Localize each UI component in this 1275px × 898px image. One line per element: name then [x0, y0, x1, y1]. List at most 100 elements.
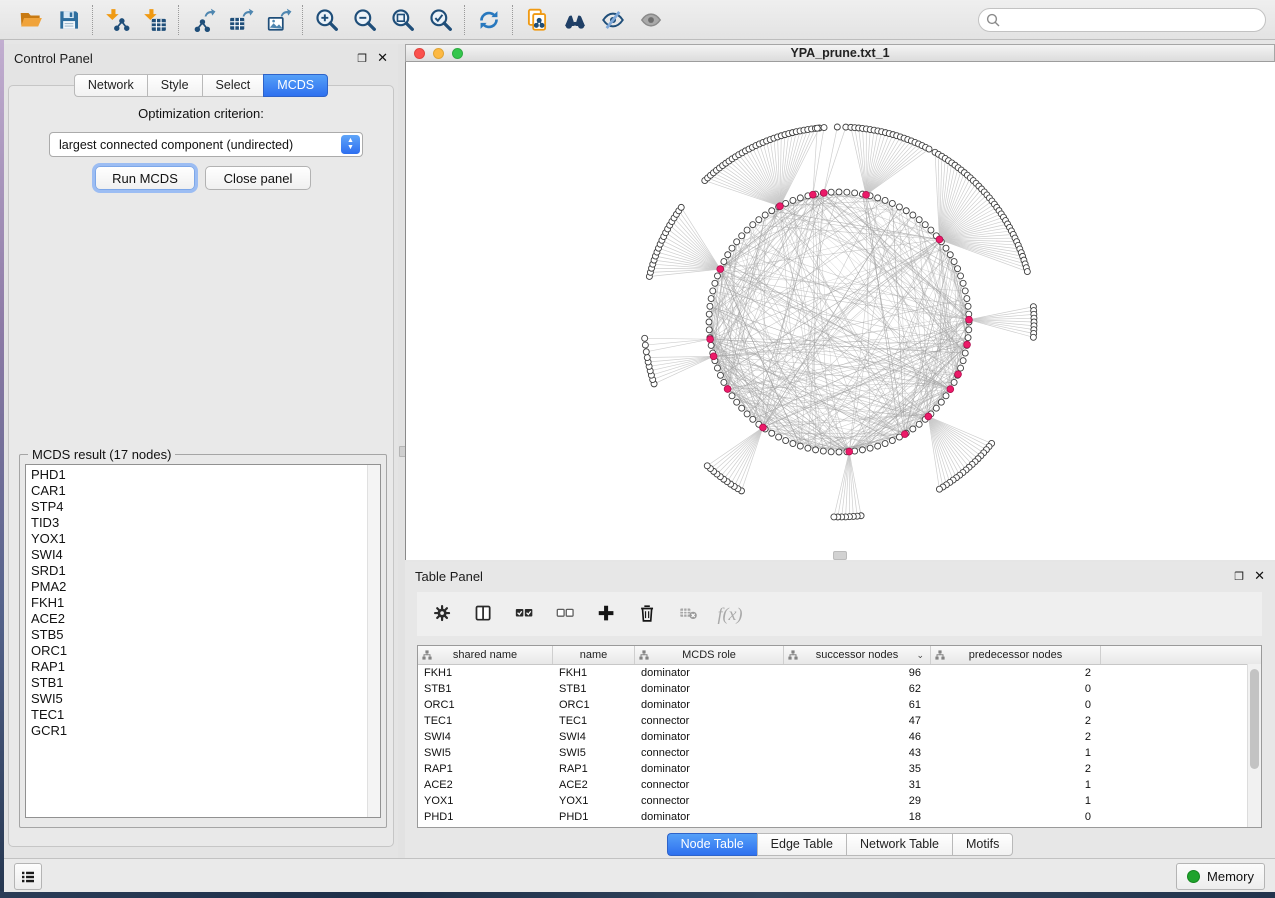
result-list-item[interactable]: STP4: [31, 499, 380, 515]
deselect-all-checks-icon[interactable]: [554, 602, 578, 626]
column-header-shared-name[interactable]: shared name: [418, 646, 553, 664]
result-list-item[interactable]: SWI4: [31, 547, 380, 563]
close-panel-button[interactable]: Close panel: [205, 166, 311, 190]
toolbar-group: [304, 6, 464, 34]
tab-style[interactable]: Style: [147, 74, 202, 97]
result-list-item[interactable]: ACE2: [31, 611, 380, 627]
result-list-item[interactable]: PMA2: [31, 579, 380, 595]
table-cell: STB1: [553, 683, 635, 695]
table-row[interactable]: FKH1FKH1dominator962: [418, 665, 1261, 681]
result-list-item[interactable]: SRD1: [31, 563, 380, 579]
refresh-icon[interactable]: [475, 6, 503, 34]
tab-select[interactable]: Select: [202, 74, 264, 97]
column-header-predecessor-nodes[interactable]: predecessor nodes: [931, 646, 1101, 664]
table-row[interactable]: ACE2ACE2connector311: [418, 777, 1261, 793]
result-list-item[interactable]: ORC1: [31, 643, 380, 659]
horizontal-splitter-handle[interactable]: [833, 551, 847, 560]
import-table-icon[interactable]: [141, 6, 169, 34]
run-mcds-button[interactable]: Run MCDS: [95, 166, 195, 190]
result-list-item[interactable]: FKH1: [31, 595, 380, 611]
search-input[interactable]: [978, 8, 1266, 32]
table-row[interactable]: SWI4SWI4dominator462: [418, 729, 1261, 745]
network-graph[interactable]: [406, 62, 1274, 560]
result-list-scrollbar[interactable]: [367, 465, 380, 817]
graph-ring-nodes: [706, 189, 972, 455]
hide-visibility-icon[interactable]: [599, 6, 627, 34]
column-header-MCDS-role[interactable]: MCDS role: [635, 646, 784, 664]
result-list-item[interactable]: STB5: [31, 627, 380, 643]
add-column-icon[interactable]: [595, 602, 619, 626]
table-cell: 62: [784, 683, 931, 695]
table-cell: RAP1: [553, 763, 635, 775]
table-cell: 0: [931, 699, 1101, 711]
table-row[interactable]: YOX1YOX1connector291: [418, 793, 1261, 809]
table-row[interactable]: RAP1RAP1dominator352: [418, 761, 1261, 777]
table-row[interactable]: STB1STB1dominator620: [418, 681, 1261, 697]
table-row[interactable]: SWI5SWI5connector431: [418, 745, 1261, 761]
result-list-item[interactable]: YOX1: [31, 531, 380, 547]
table-cell: ACE2: [553, 779, 635, 791]
result-list-item[interactable]: TEC1: [31, 707, 380, 723]
optimization-criterion-dropdown[interactable]: largest connected component (undirected)…: [49, 132, 363, 157]
tab-mcds[interactable]: MCDS: [263, 74, 328, 97]
table-row[interactable]: ORC1ORC1dominator610: [418, 697, 1261, 713]
task-history-button[interactable]: [14, 863, 42, 890]
tab-network[interactable]: Network: [74, 74, 147, 97]
result-list-item[interactable]: SWI5: [31, 691, 380, 707]
table-cell: 2: [931, 763, 1101, 775]
network-canvas[interactable]: [405, 62, 1275, 560]
control-panel-tabs: NetworkStyleSelectMCDS: [4, 74, 398, 97]
mcds-result-list[interactable]: PHD1CAR1STP4TID3YOX1SWI4SRD1PMA2FKH1ACE2…: [25, 464, 381, 818]
memory-button[interactable]: Memory: [1176, 863, 1265, 890]
table-scrollbar[interactable]: [1247, 664, 1261, 827]
table-cell: 1: [931, 747, 1101, 759]
open-icon[interactable]: [17, 6, 45, 34]
table-body: FKH1FKH1dominator962STB1STB1dominator620…: [418, 665, 1261, 825]
result-list-item[interactable]: RAP1: [31, 659, 380, 675]
result-list-item[interactable]: CAR1: [31, 483, 380, 499]
search-icon: [986, 13, 1000, 27]
table-scrollbar-thumb[interactable]: [1250, 669, 1259, 769]
column-header-name[interactable]: name: [553, 646, 635, 664]
table-cell: connector: [635, 779, 784, 791]
zoom-fit-icon[interactable]: [389, 6, 417, 34]
delete-column-icon[interactable]: [636, 602, 660, 626]
select-all-checks-icon[interactable]: [513, 602, 537, 626]
application-window: Control Panel ❐ ✕ NetworkStyleSelectMCDS…: [0, 0, 1275, 898]
show-visibility-icon[interactable]: [637, 6, 665, 34]
export-network-icon[interactable]: [189, 6, 217, 34]
export-table-icon[interactable]: [227, 6, 255, 34]
float-panel-icon[interactable]: ❐: [357, 52, 367, 65]
tab-edge-table[interactable]: Edge Table: [757, 833, 846, 856]
zoom-selected-icon[interactable]: [427, 6, 455, 34]
result-list-item[interactable]: TID3: [31, 515, 380, 531]
zoom-in-icon[interactable]: [313, 6, 341, 34]
save-icon[interactable]: [55, 6, 83, 34]
float-table-panel-icon[interactable]: ❐: [1234, 570, 1244, 583]
import-network-icon[interactable]: [103, 6, 131, 34]
tab-network-table[interactable]: Network Table: [846, 833, 952, 856]
close-panel-icon[interactable]: ✕: [377, 50, 388, 66]
result-list-item[interactable]: PHD1: [31, 467, 380, 483]
column-header-successor-nodes[interactable]: successor nodes⌄: [784, 646, 931, 664]
function-fx-icon[interactable]: f(x): [718, 602, 742, 626]
clone-network-icon[interactable]: [523, 6, 551, 34]
binoculars-icon[interactable]: [561, 6, 589, 34]
close-table-panel-icon[interactable]: ✕: [1254, 568, 1265, 584]
network-window-titlebar[interactable]: YPA_prune.txt_1: [405, 44, 1275, 62]
status-bar: Memory: [4, 858, 1275, 892]
table-row[interactable]: TEC1TEC1connector472: [418, 713, 1261, 729]
delete-table-icon[interactable]: [677, 602, 701, 626]
table-row[interactable]: PHD1PHD1dominator180: [418, 809, 1261, 825]
result-list-item[interactable]: GCR1: [31, 723, 380, 739]
result-list-item[interactable]: STB1: [31, 675, 380, 691]
vertical-splitter[interactable]: [398, 44, 405, 858]
table-panel-header: Table Panel ❐ ✕: [405, 562, 1275, 588]
tab-motifs[interactable]: Motifs: [952, 833, 1013, 856]
export-image-icon[interactable]: [265, 6, 293, 34]
tab-node-table[interactable]: Node Table: [667, 833, 757, 856]
column-layout-icon[interactable]: [472, 602, 496, 626]
zoom-out-icon[interactable]: [351, 6, 379, 34]
settings-gear-icon[interactable]: [431, 602, 455, 626]
table-cell: 31: [784, 779, 931, 791]
